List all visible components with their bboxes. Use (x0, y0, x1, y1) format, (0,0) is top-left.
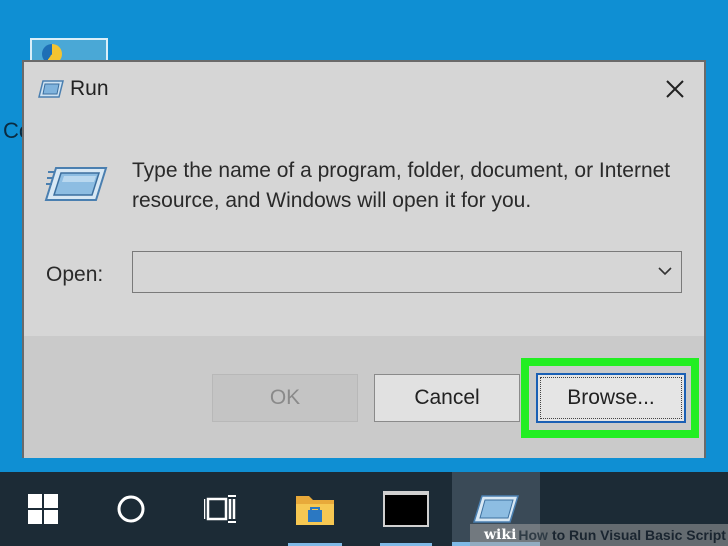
close-button[interactable] (660, 74, 690, 104)
open-input[interactable] (133, 252, 633, 291)
open-combobox[interactable] (132, 251, 682, 293)
dialog-title: Run (70, 77, 109, 100)
run-dialog: Run Type the name of a program, folder, … (22, 60, 706, 458)
start-button[interactable] (10, 472, 76, 546)
ok-button[interactable]: OK (212, 374, 358, 422)
watermark-how: How (518, 527, 548, 543)
chevron-down-icon[interactable] (657, 264, 673, 278)
wikihow-watermark: wiki How to Run Visual Basic Script (470, 524, 728, 546)
browse-button[interactable]: Browse... (536, 373, 686, 423)
run-program-icon (44, 167, 108, 201)
run-title-icon (38, 80, 64, 98)
task-view-button[interactable] (186, 472, 256, 546)
cortana-search-icon (117, 495, 145, 523)
watermark-brand: wiki (484, 527, 517, 543)
windows-logo-icon (28, 494, 58, 524)
command-prompt-button[interactable] (366, 472, 446, 546)
cancel-button[interactable]: Cancel (374, 374, 520, 422)
command-prompt-icon (383, 491, 429, 527)
watermark-title: to Run Visual Basic Script (551, 527, 726, 543)
open-label: Open: (46, 263, 104, 286)
task-view-icon (204, 495, 236, 523)
run-icon (473, 495, 519, 523)
file-explorer-icon (296, 496, 334, 525)
close-icon (666, 80, 684, 98)
dialog-description: Type the name of a program, folder, docu… (132, 159, 671, 212)
file-explorer-button[interactable] (278, 472, 352, 546)
cortana-search-button[interactable] (98, 472, 164, 546)
dialog-titlebar[interactable]: Run (24, 62, 704, 117)
